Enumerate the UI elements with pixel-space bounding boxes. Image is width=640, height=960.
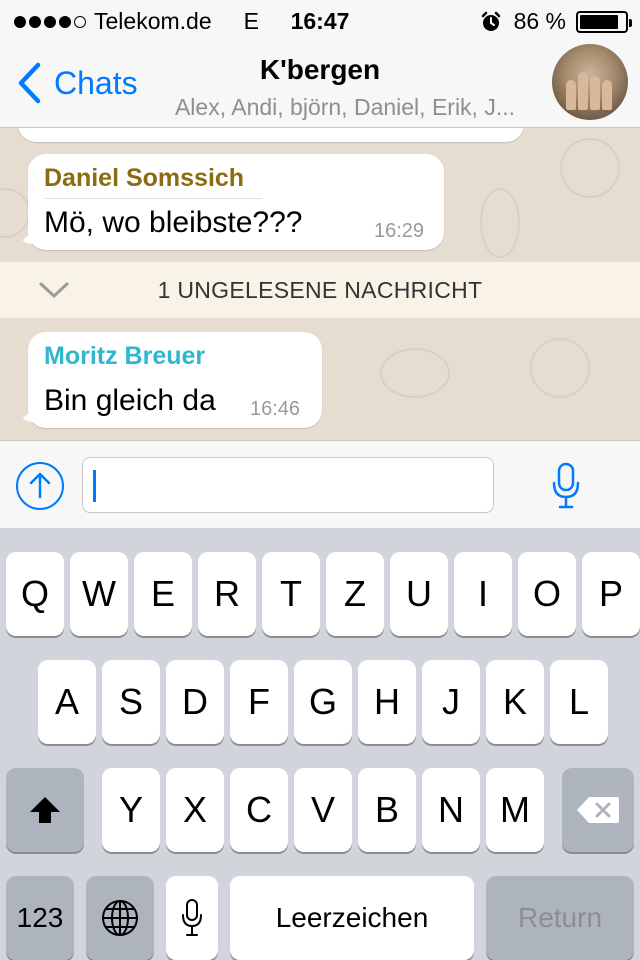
key-l[interactable]: L xyxy=(550,660,608,744)
message-time: 16:29 xyxy=(374,220,425,242)
key-f[interactable]: F xyxy=(230,660,288,744)
chat-title[interactable]: K'bergen xyxy=(150,54,490,86)
message-text: Mö, wo bleibste??? xyxy=(44,206,303,239)
key-z[interactable]: Z xyxy=(326,552,384,636)
key-g[interactable]: G xyxy=(294,660,352,744)
numbers-key[interactable]: 123 xyxy=(6,876,74,960)
delete-key[interactable] xyxy=(562,768,634,852)
status-bar: Telekom.de E 16:47 86 % xyxy=(0,0,640,40)
key-d[interactable]: D xyxy=(166,660,224,744)
key-w[interactable]: W xyxy=(70,552,128,636)
keyboard: QWERTZUIOP ASDFGHJKL YXCVBNM 123 Leerzei… xyxy=(0,528,640,960)
message-text: Bin gleich da xyxy=(44,384,216,417)
shift-arrow-icon xyxy=(30,797,60,823)
key-p[interactable]: P xyxy=(582,552,640,636)
unread-banner: 1 UNGELESENE NACHRICHT xyxy=(0,262,640,318)
battery-icon xyxy=(576,10,632,33)
key-u[interactable]: U xyxy=(390,552,448,636)
key-q[interactable]: Q xyxy=(6,552,64,636)
alarm-clock-icon xyxy=(481,11,500,31)
group-members[interactable]: Alex, Andi, björn, Daniel, Erik, J... xyxy=(150,94,540,121)
key-o[interactable]: O xyxy=(518,552,576,636)
key-e[interactable]: E xyxy=(134,552,192,636)
key-s[interactable]: S xyxy=(102,660,160,744)
key-i[interactable]: I xyxy=(454,552,512,636)
key-b[interactable]: B xyxy=(358,768,416,852)
key-x[interactable]: X xyxy=(166,768,224,852)
backspace-icon xyxy=(577,797,619,823)
key-r[interactable]: R xyxy=(198,552,256,636)
message-bubble[interactable]: Daniel Somssich Mö, wo bleibste??? 16:29 xyxy=(18,154,444,250)
shift-key[interactable] xyxy=(6,768,84,852)
arrow-up-icon xyxy=(29,472,51,499)
chevron-left-icon xyxy=(18,62,41,104)
message-bubble[interactable]: Moritz Breuer Bin gleich da 16:46 xyxy=(18,332,322,428)
space-key[interactable]: Leerzeichen xyxy=(230,876,474,960)
message-time: 16:46 xyxy=(250,398,301,420)
globe-icon xyxy=(102,900,138,936)
text-cursor xyxy=(93,470,96,502)
message-input-bar xyxy=(0,440,640,528)
battery-level xyxy=(580,14,618,29)
microphone-icon[interactable] xyxy=(550,461,582,511)
key-y[interactable]: Y xyxy=(102,768,160,852)
unread-banner-label: 1 UNGELESENE NACHRICHT xyxy=(157,277,483,303)
key-j[interactable]: J xyxy=(422,660,480,744)
message-sender: Daniel Somssich xyxy=(44,164,245,192)
group-avatar[interactable] xyxy=(552,44,628,120)
message-sender: Moritz Breuer xyxy=(44,342,206,370)
key-h[interactable]: H xyxy=(358,660,416,744)
chat-area[interactable]: Daniel Somssich Mö, wo bleibste??? 16:29… xyxy=(0,128,640,440)
back-button-label: Chats xyxy=(54,64,138,101)
key-m[interactable]: M xyxy=(486,768,544,852)
dictation-key[interactable] xyxy=(166,876,218,960)
status-right: 86 % xyxy=(480,8,632,35)
key-k[interactable]: K xyxy=(486,660,544,744)
key-a[interactable]: A xyxy=(38,660,96,744)
globe-key[interactable] xyxy=(86,876,154,960)
return-key[interactable]: Return xyxy=(486,876,634,960)
key-n[interactable]: N xyxy=(422,768,480,852)
key-t[interactable]: T xyxy=(262,552,320,636)
navigation-bar: Chats K'bergen Alex, Andi, björn, Daniel… xyxy=(0,40,640,128)
key-v[interactable]: V xyxy=(294,768,352,852)
previous-message-bubble[interactable] xyxy=(18,128,524,142)
back-button[interactable]: Chats xyxy=(16,62,138,104)
key-c[interactable]: C xyxy=(230,768,288,852)
message-input[interactable] xyxy=(82,457,494,513)
microphone-icon xyxy=(182,899,202,936)
upload-button[interactable] xyxy=(16,462,64,510)
battery-percent: 86 % xyxy=(513,8,566,34)
